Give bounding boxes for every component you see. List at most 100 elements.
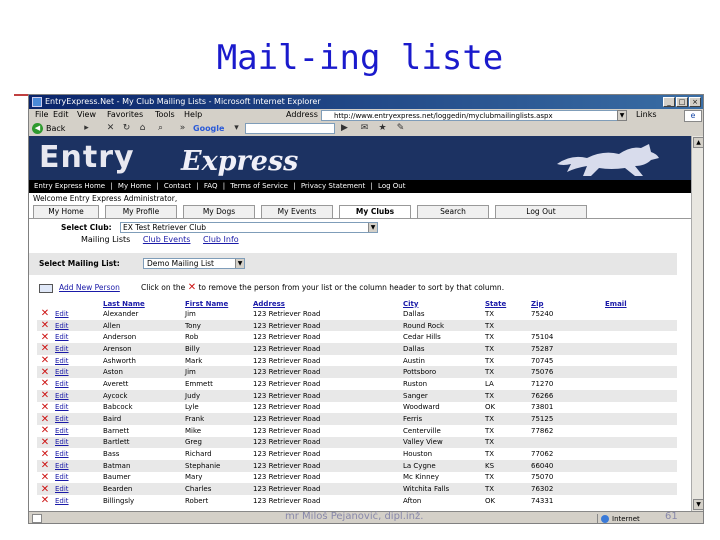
edit-row-link[interactable]: Edit <box>53 331 101 343</box>
cell-city: Valley View <box>401 436 483 449</box>
delete-row-icon[interactable]: ✕ <box>37 472 53 484</box>
cell-first-name: Greg <box>183 436 251 449</box>
edit-row-link[interactable]: Edit <box>53 319 101 332</box>
edit-row-link[interactable]: Edit <box>53 355 101 367</box>
close-icon[interactable]: × <box>689 97 701 107</box>
delete-row-icon[interactable]: ✕ <box>37 308 53 320</box>
edit-row-link[interactable]: Edit <box>53 308 101 320</box>
edit-row-link[interactable]: Edit <box>53 413 101 425</box>
nav-contact[interactable]: Contact <box>164 182 191 190</box>
club-select[interactable]: EX Test Retriever Club ▼ <box>120 222 378 233</box>
tab-my-events[interactable]: My Events <box>261 205 333 218</box>
google-dropdown-icon[interactable]: ▾ <box>231 123 242 134</box>
home-icon[interactable]: ⌂ <box>137 123 148 134</box>
nav-my-home[interactable]: My Home <box>118 182 151 190</box>
select-mailing-list-label: Select Mailing List: <box>39 259 120 268</box>
delete-row-icon[interactable]: ✕ <box>37 459 53 472</box>
cell-email <box>603 459 677 472</box>
delete-row-icon[interactable]: ✕ <box>37 355 53 367</box>
menu-edit[interactable]: Edit <box>53 109 69 121</box>
toolbar-bookmark-icon[interactable]: ★ <box>377 123 388 134</box>
delete-row-icon[interactable]: ✕ <box>37 378 53 390</box>
address-dropdown-icon[interactable]: ▼ <box>617 110 627 121</box>
delete-row-icon[interactable]: ✕ <box>37 448 53 460</box>
edit-row-link[interactable]: Edit <box>53 425 101 437</box>
refresh-icon[interactable]: ↻ <box>121 123 132 134</box>
edit-row-link[interactable]: Edit <box>53 459 101 472</box>
address-input[interactable]: http://www.entryexpress.net/loggedin/myc… <box>321 110 621 121</box>
add-new-person-link[interactable]: Add New Person <box>59 283 120 292</box>
links-button[interactable]: Links <box>636 109 657 121</box>
header-last-name[interactable]: Last Name <box>101 299 183 308</box>
cell-state: TX <box>483 343 529 355</box>
nav-terms-of-service[interactable]: Terms of Service <box>230 182 288 190</box>
back-arrow-icon[interactable]: ◀ <box>32 123 43 134</box>
chevron-icon[interactable]: » <box>177 123 188 134</box>
cell-address: 123 Retriever Road <box>251 459 401 472</box>
google-toolbar-label[interactable]: Google <box>193 121 224 136</box>
scroll-up-icon[interactable]: ▲ <box>693 137 703 148</box>
club-selector-row: Select Club: EX Test Retriever Club ▼ Ma… <box>29 218 691 246</box>
tab-search[interactable]: Search <box>417 205 489 218</box>
maximize-icon[interactable]: □ <box>676 97 688 107</box>
vertical-scrollbar[interactable]: ▲ ▼ <box>691 136 703 511</box>
toolbar-option-icon[interactable]: ✉ <box>359 123 370 134</box>
add-person-icon[interactable] <box>39 284 53 293</box>
header-zip[interactable]: Zip <box>529 299 603 308</box>
delete-row-icon[interactable]: ✕ <box>37 483 53 495</box>
edit-row-link[interactable]: Edit <box>53 378 101 390</box>
header-state[interactable]: State <box>483 299 529 308</box>
tab-my-dogs[interactable]: My Dogs <box>183 205 255 218</box>
chevron-down-icon[interactable]: ▼ <box>235 259 244 268</box>
search-toolbar-icon[interactable]: ⌕ <box>155 123 166 134</box>
club-info-link[interactable]: Club Info <box>203 235 239 244</box>
delete-row-icon[interactable]: ✕ <box>37 402 53 414</box>
edit-row-link[interactable]: Edit <box>53 402 101 414</box>
menu-file[interactable]: File <box>35 109 48 121</box>
delete-row-icon[interactable]: ✕ <box>37 343 53 355</box>
cell-state: TX <box>483 413 529 425</box>
header-address[interactable]: Address <box>251 299 401 308</box>
delete-row-icon[interactable]: ✕ <box>37 436 53 449</box>
edit-row-link[interactable]: Edit <box>53 366 101 379</box>
tab-my-home[interactable]: My Home <box>33 205 99 218</box>
edit-row-link[interactable]: Edit <box>53 436 101 449</box>
google-go-icon[interactable]: ▶ <box>339 123 350 134</box>
chevron-down-icon[interactable]: ▼ <box>368 223 377 232</box>
nav-privacy-statement[interactable]: Privacy Statement <box>301 182 365 190</box>
tab-log-out[interactable]: Log Out <box>495 205 587 218</box>
edit-row-link[interactable]: Edit <box>53 483 101 495</box>
delete-row-icon[interactable]: ✕ <box>37 366 53 379</box>
delete-row-icon[interactable]: ✕ <box>37 495 53 507</box>
edit-row-link[interactable]: Edit <box>53 448 101 460</box>
nav-faq[interactable]: FAQ <box>204 182 218 190</box>
menu-favorites[interactable]: Favorites <box>107 109 143 121</box>
menu-help[interactable]: Help <box>184 109 202 121</box>
edit-row-link[interactable]: Edit <box>53 472 101 484</box>
minimize-icon[interactable]: _ <box>663 97 675 107</box>
edit-row-link[interactable]: Edit <box>53 389 101 402</box>
delete-row-icon[interactable]: ✕ <box>37 413 53 425</box>
header-first-name[interactable]: First Name <box>183 299 251 308</box>
forward-arrow-icon[interactable]: ▸ <box>81 123 92 134</box>
mailing-list-select[interactable]: Demo Mailing List ▼ <box>143 258 245 269</box>
edit-row-link[interactable]: Edit <box>53 343 101 355</box>
menu-view[interactable]: View <box>77 109 96 121</box>
club-events-link[interactable]: Club Events <box>143 235 191 244</box>
delete-row-icon[interactable]: ✕ <box>37 425 53 437</box>
tab-my-clubs[interactable]: My Clubs <box>339 205 411 218</box>
menu-tools[interactable]: Tools <box>155 109 175 121</box>
stop-icon[interactable]: ✕ <box>105 123 116 134</box>
delete-row-icon[interactable]: ✕ <box>37 331 53 343</box>
header-email[interactable]: Email <box>603 299 677 308</box>
tab-my-profile[interactable]: My Profile <box>105 205 177 218</box>
google-search-input[interactable] <box>245 123 335 134</box>
back-button[interactable]: Back <box>46 121 65 136</box>
delete-row-icon[interactable]: ✕ <box>37 389 53 402</box>
edit-row-link[interactable]: Edit <box>53 495 101 507</box>
delete-row-icon[interactable]: ✕ <box>37 319 53 332</box>
nav-log-out[interactable]: Log Out <box>378 182 405 190</box>
header-city[interactable]: City <box>401 299 483 308</box>
toolbar-highlight-icon[interactable]: ✎ <box>395 123 406 134</box>
nav-entry-express-home[interactable]: Entry Express Home <box>34 182 105 190</box>
